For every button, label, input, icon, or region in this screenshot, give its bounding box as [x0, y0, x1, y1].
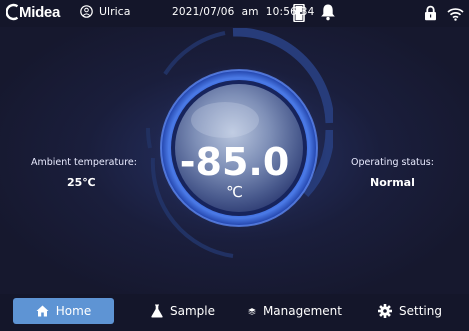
- door-icon[interactable]: [293, 3, 307, 26]
- nav-setting-label: Setting: [399, 304, 442, 318]
- nav-sample-label: Sample: [170, 304, 215, 318]
- bell-icon[interactable]: [320, 3, 336, 25]
- lock-icon[interactable]: [424, 5, 437, 25]
- midea-logo-icon: [6, 3, 19, 21]
- brand-logo: Midea: [6, 3, 60, 21]
- nav-home-button[interactable]: Home: [13, 298, 114, 324]
- brand-name: Midea: [19, 3, 61, 21]
- temperature-unit: ℃: [226, 183, 243, 201]
- nav-sample-button[interactable]: Sample: [148, 298, 218, 324]
- user-indicator[interactable]: Ulrica: [80, 5, 130, 18]
- current-temperature: -85.0: [179, 140, 290, 184]
- bottom-nav: Home Sample Management Setting: [0, 294, 469, 331]
- nav-management-label: Management: [262, 304, 342, 318]
- layers-icon: [248, 307, 256, 315]
- nav-management-button[interactable]: Management: [248, 298, 342, 324]
- gear-icon: [378, 304, 393, 318]
- user-name: Ulrica: [99, 5, 131, 18]
- user-icon: [80, 5, 93, 18]
- flask-icon: [151, 304, 163, 318]
- nav-setting-button[interactable]: Setting: [378, 298, 442, 324]
- status-bar: Midea Ulrica 2021/07/06 am 10:56:34: [0, 0, 469, 27]
- wifi-icon: [447, 6, 464, 25]
- nav-home-label: Home: [55, 304, 92, 318]
- home-icon: [36, 305, 49, 317]
